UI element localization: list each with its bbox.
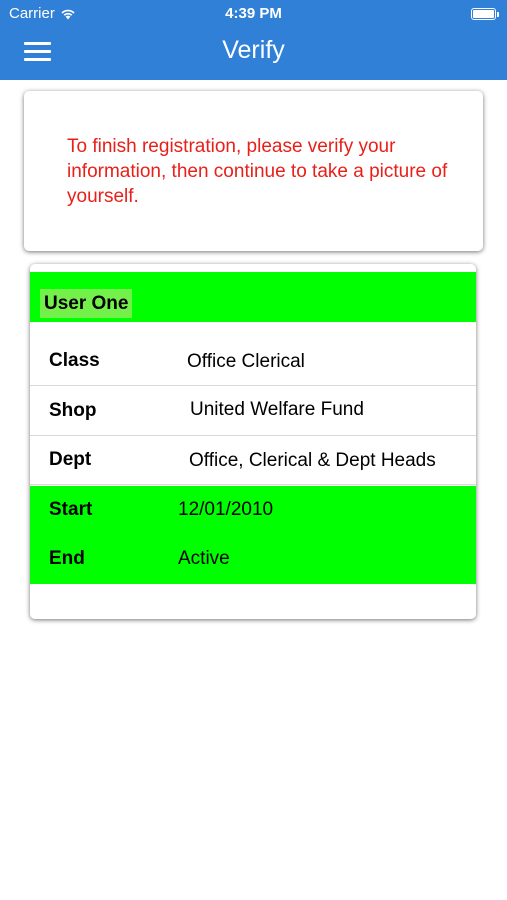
detail-label: End bbox=[49, 548, 85, 569]
detail-value: Office, Clerical & Dept Heads bbox=[189, 450, 436, 471]
detail-row-end: End Active bbox=[30, 535, 476, 584]
detail-value: 12/01/2010 bbox=[178, 499, 274, 520]
detail-label: Class bbox=[49, 350, 100, 371]
detail-label: Dept bbox=[49, 449, 92, 470]
detail-label: Start bbox=[49, 499, 93, 520]
clock: 4:39 PM bbox=[225, 5, 282, 22]
detail-value: Active bbox=[178, 548, 230, 569]
detail-row-dept: Dept Office, Clerical & Dept Heads bbox=[30, 436, 476, 485]
detail-row-class: Class Office Clerical bbox=[30, 337, 476, 386]
user-name: User One bbox=[40, 289, 133, 318]
user-info-card: User One Class Office Clerical Shop Unit… bbox=[30, 264, 476, 619]
detail-row-start: Start 12/01/2010 bbox=[30, 486, 476, 535]
detail-value: Office Clerical bbox=[187, 351, 305, 372]
navigation-bar: Verify bbox=[0, 28, 507, 80]
user-name-row: User One bbox=[30, 272, 476, 322]
battery-icon bbox=[471, 8, 499, 20]
detail-value: United Welfare Fund bbox=[190, 399, 364, 420]
page-title: Verify bbox=[222, 36, 285, 64]
notice-card: To finish registration, please verify yo… bbox=[24, 91, 483, 251]
detail-label: Shop bbox=[49, 400, 97, 421]
detail-row-shop: Shop United Welfare Fund bbox=[30, 387, 476, 436]
status-bar: Carrier 4:39 PM bbox=[0, 0, 507, 28]
registration-instructions: To finish registration, please verify yo… bbox=[67, 136, 448, 207]
